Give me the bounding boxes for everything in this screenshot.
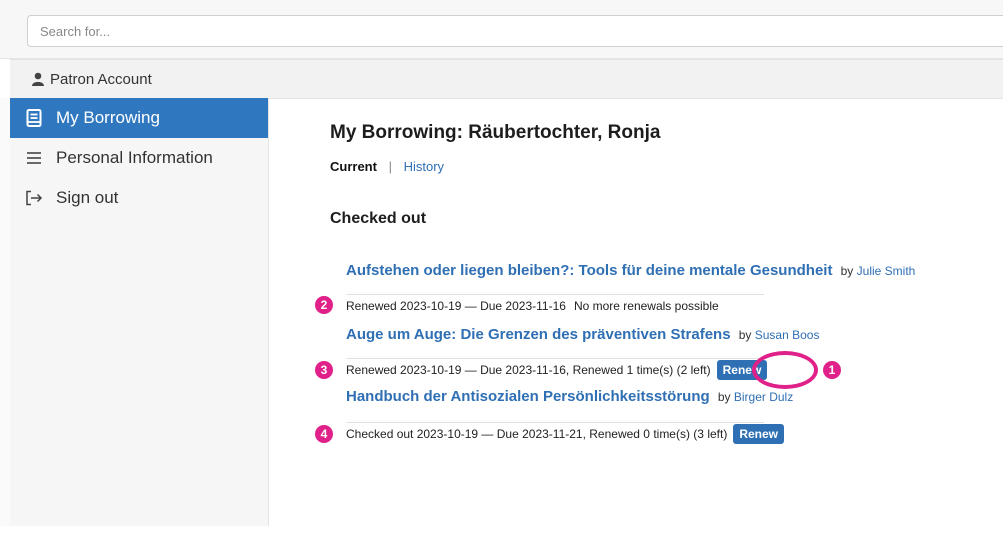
- annotation-badge-3: 3: [315, 361, 333, 379]
- by-label: by Susan Boos: [738, 328, 820, 342]
- author-link[interactable]: Birger Dulz: [734, 390, 793, 404]
- sidebar: My Borrowing Personal Information Sign o…: [10, 98, 269, 526]
- sidebar-item-label: My Borrowing: [56, 108, 160, 127]
- sidebar-item-label: Personal Information: [56, 148, 213, 167]
- annotation-badge-4: 4: [315, 425, 333, 443]
- author-link[interactable]: Julie Smith: [857, 264, 916, 278]
- borrowing-subnav: Current | History: [330, 159, 444, 174]
- checkout-item-title: Auge um Auge: Die Grenzen des präventive…: [346, 326, 819, 343]
- author-link[interactable]: Susan Boos: [755, 328, 820, 342]
- renew-button[interactable]: Renew: [733, 424, 785, 444]
- sidebar-item-personal-information[interactable]: Personal Information: [10, 138, 268, 178]
- item-title-link[interactable]: Handbuch der Antisozialen Persönlichkeit…: [346, 388, 710, 405]
- item-status-text: Checked out 2023-10-19 — Due 2023-11-21,…: [346, 427, 728, 441]
- tab-current[interactable]: Current: [330, 159, 377, 174]
- item-status-text: Renewed 2023-10-19 — Due 2023-11-16: [346, 299, 566, 313]
- sidebar-item-sign-out[interactable]: Sign out: [10, 178, 268, 218]
- item-status-row: Renewed 2023-10-19 — Due 2023-11-16 No m…: [346, 294, 764, 317]
- tab-history[interactable]: History: [404, 159, 444, 174]
- list-icon: [24, 148, 44, 168]
- renewal-note: No more renewals possible: [573, 299, 719, 313]
- renew-button[interactable]: Renew: [716, 360, 768, 380]
- main-content: My Borrowing: Räubertochter, Ronja Curre…: [330, 98, 1003, 526]
- page-title: My Borrowing: Räubertochter, Ronja: [330, 122, 661, 143]
- search-input[interactable]: [27, 15, 1003, 47]
- person-icon: [32, 72, 44, 86]
- sidebar-item-label: Sign out: [56, 188, 119, 207]
- checkout-item-title: Aufstehen oder liegen bleiben?: Tools fü…: [346, 262, 915, 279]
- by-label: by Birger Dulz: [717, 390, 794, 404]
- book-icon: [24, 108, 44, 128]
- patron-account-bar: Patron Account: [10, 59, 1003, 99]
- by-label: by Julie Smith: [840, 264, 916, 278]
- item-status-row: Renewed 2023-10-19 — Due 2023-11-16, Ren…: [346, 358, 768, 381]
- subnav-separator: |: [388, 159, 392, 174]
- checkout-item-title: Handbuch der Antisozialen Persönlichkeit…: [346, 388, 793, 405]
- item-status-row: Checked out 2023-10-19 — Due 2023-11-21,…: [346, 422, 785, 445]
- sidebar-item-my-borrowing[interactable]: My Borrowing: [10, 98, 268, 138]
- item-status-text: Renewed 2023-10-19 — Due 2023-11-16, Ren…: [346, 363, 711, 377]
- item-title-link[interactable]: Aufstehen oder liegen bleiben?: Tools fü…: [346, 262, 832, 279]
- top-bar: [0, 0, 1003, 59]
- annotation-badge-2: 2: [315, 296, 333, 314]
- sign-out-icon: [24, 188, 44, 208]
- item-title-link[interactable]: Auge um Auge: Die Grenzen des präventive…: [346, 326, 731, 343]
- patron-account-label: Patron Account: [50, 70, 152, 88]
- annotation-badge-1: 1: [823, 361, 841, 379]
- section-title: Checked out: [330, 210, 427, 227]
